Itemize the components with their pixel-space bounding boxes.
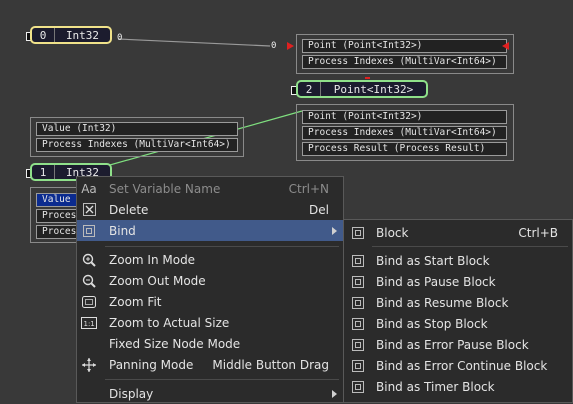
- submenu-item-resume-block[interactable]: Bind as Resume Block: [344, 292, 572, 313]
- menu-label: Zoom Out Mode: [109, 273, 206, 288]
- menu-label: Zoom to Actual Size: [109, 315, 230, 330]
- block-icon: [350, 295, 366, 311]
- text-aa-icon: Aa: [81, 181, 97, 196]
- wire-var0-to-point: [117, 38, 271, 47]
- block-icon: [350, 358, 366, 374]
- delete-x-icon: [81, 202, 97, 218]
- menu-item-zoom-in[interactable]: Zoom In Mode: [77, 249, 343, 270]
- process-group-left[interactable]: Value (Int32) Process Indexes (MultiVar<…: [30, 117, 244, 157]
- var0-type: Int32: [65, 28, 100, 42]
- menu-label: Bind as Stop Block: [376, 316, 488, 331]
- menu-item-set-variable-name[interactable]: Aa Set Variable Name Ctrl+N: [77, 178, 343, 199]
- variable-node-2[interactable]: 2 Point<Int32>: [296, 80, 428, 98]
- block-icon: [350, 337, 366, 353]
- zoom-in-icon: [81, 252, 97, 268]
- menu-shortcut: Del: [309, 202, 329, 217]
- menu-label: Bind as Error Continue Block: [376, 358, 548, 373]
- submenu-item-error-continue-block[interactable]: Bind as Error Continue Block: [344, 355, 572, 376]
- block-icon: [350, 253, 366, 269]
- submenu-item-timer-block[interactable]: Bind as Timer Block: [344, 376, 572, 397]
- pan-icon: [81, 357, 97, 373]
- menu-label: Bind as Pause Block: [376, 274, 496, 289]
- menu-label: Display: [109, 386, 154, 401]
- var0-output-label: 0: [117, 33, 123, 43]
- group-mid-row-result[interactable]: Process Result (Process Result): [302, 142, 507, 156]
- group-top-row-indexes[interactable]: Process Indexes (MultiVar<Int64>): [302, 55, 507, 69]
- block-icon: [350, 379, 366, 395]
- menu-shortcut: Ctrl+N: [288, 181, 329, 196]
- menu-shortcut: Middle Button Drag: [212, 357, 329, 372]
- bind-submenu: Block Ctrl+B Bind as Start Block Bind as…: [343, 219, 573, 403]
- submenu-item-block[interactable]: Block Ctrl+B: [344, 222, 572, 243]
- submenu-item-error-pause-block[interactable]: Bind as Error Pause Block: [344, 334, 572, 355]
- submenu-item-stop-block[interactable]: Bind as Stop Block: [344, 313, 572, 334]
- block-icon: [350, 316, 366, 332]
- menu-label: Bind as Start Block: [376, 253, 490, 268]
- bind-icon: [81, 223, 97, 239]
- group-left-row-indexes[interactable]: Process Indexes (MultiVar<Int64>): [36, 138, 238, 152]
- menu-item-bind[interactable]: Bind: [77, 220, 343, 241]
- menu-separator: [105, 379, 339, 380]
- menu-separator: [372, 246, 568, 247]
- menu-label: Bind: [109, 223, 136, 238]
- menu-label: Zoom In Mode: [109, 252, 196, 267]
- zoom-out-icon: [81, 273, 97, 289]
- block-icon: [350, 225, 366, 241]
- menu-item-zoom-actual[interactable]: 1:1 Zoom to Actual Size: [77, 312, 343, 333]
- menu-item-zoom-fit[interactable]: Zoom Fit: [77, 291, 343, 312]
- zoom-fit-icon: [81, 294, 97, 310]
- menu-label: Zoom Fit: [109, 294, 162, 309]
- group-mid-row-point[interactable]: Point (Point<Int32>): [302, 110, 507, 124]
- menu-item-delete[interactable]: Delete Del: [77, 199, 343, 220]
- group-left-row-value[interactable]: Value (Int32): [36, 122, 238, 136]
- menu-label: Set Variable Name: [109, 181, 221, 196]
- menu-label: Panning Mode: [109, 357, 194, 372]
- process-group-top[interactable]: Point (Point<Int32>) Process Indexes (Mu…: [296, 34, 514, 74]
- menu-item-fixed-size-node[interactable]: Fixed Size Node Mode: [77, 333, 343, 354]
- link-arrow-out: [502, 42, 509, 50]
- group-mid-row-indexes[interactable]: Process Indexes (MultiVar<Int64>): [302, 126, 507, 140]
- menu-label: Bind as Timer Block: [376, 379, 495, 394]
- menu-label: Fixed Size Node Mode: [109, 336, 241, 351]
- context-menu: Aa Set Variable Name Ctrl+N Delete Del B…: [76, 176, 344, 403]
- submenu-item-pause-block[interactable]: Bind as Pause Block: [344, 271, 572, 292]
- var1-index: 1: [32, 165, 55, 179]
- menu-item-zoom-out[interactable]: Zoom Out Mode: [77, 270, 343, 291]
- group-top-input-label: 0: [271, 41, 277, 51]
- var2-index: 2: [298, 82, 321, 96]
- zoom-actual-icon: 1:1: [81, 315, 97, 331]
- submenu-arrow-icon: [332, 390, 337, 398]
- link-arrow-in: [287, 42, 294, 50]
- menu-separator: [105, 246, 339, 247]
- submenu-arrow-icon: [332, 227, 337, 235]
- var0-index: 0: [32, 28, 55, 42]
- group-top-row-point[interactable]: Point (Point<Int32>): [302, 39, 507, 53]
- variable-node-0[interactable]: 0 Int32: [30, 26, 112, 44]
- menu-label: Bind as Resume Block: [376, 295, 509, 310]
- menu-label: Block: [376, 225, 409, 240]
- var2-type: Point<Int32>: [333, 82, 414, 96]
- svg-text:1:1: 1:1: [84, 320, 95, 328]
- menu-label: Bind as Error Pause Block: [376, 337, 529, 352]
- submenu-item-start-block[interactable]: Bind as Start Block: [344, 250, 572, 271]
- menu-label: Delete: [109, 202, 149, 217]
- menu-item-panning-mode[interactable]: Panning Mode Middle Button Drag: [77, 354, 343, 375]
- block-icon: [350, 274, 366, 290]
- menu-shortcut: Ctrl+B: [518, 225, 558, 240]
- process-group-mid[interactable]: Point (Point<Int32>) Process Indexes (Mu…: [296, 104, 514, 161]
- menu-item-display[interactable]: Display: [77, 383, 343, 404]
